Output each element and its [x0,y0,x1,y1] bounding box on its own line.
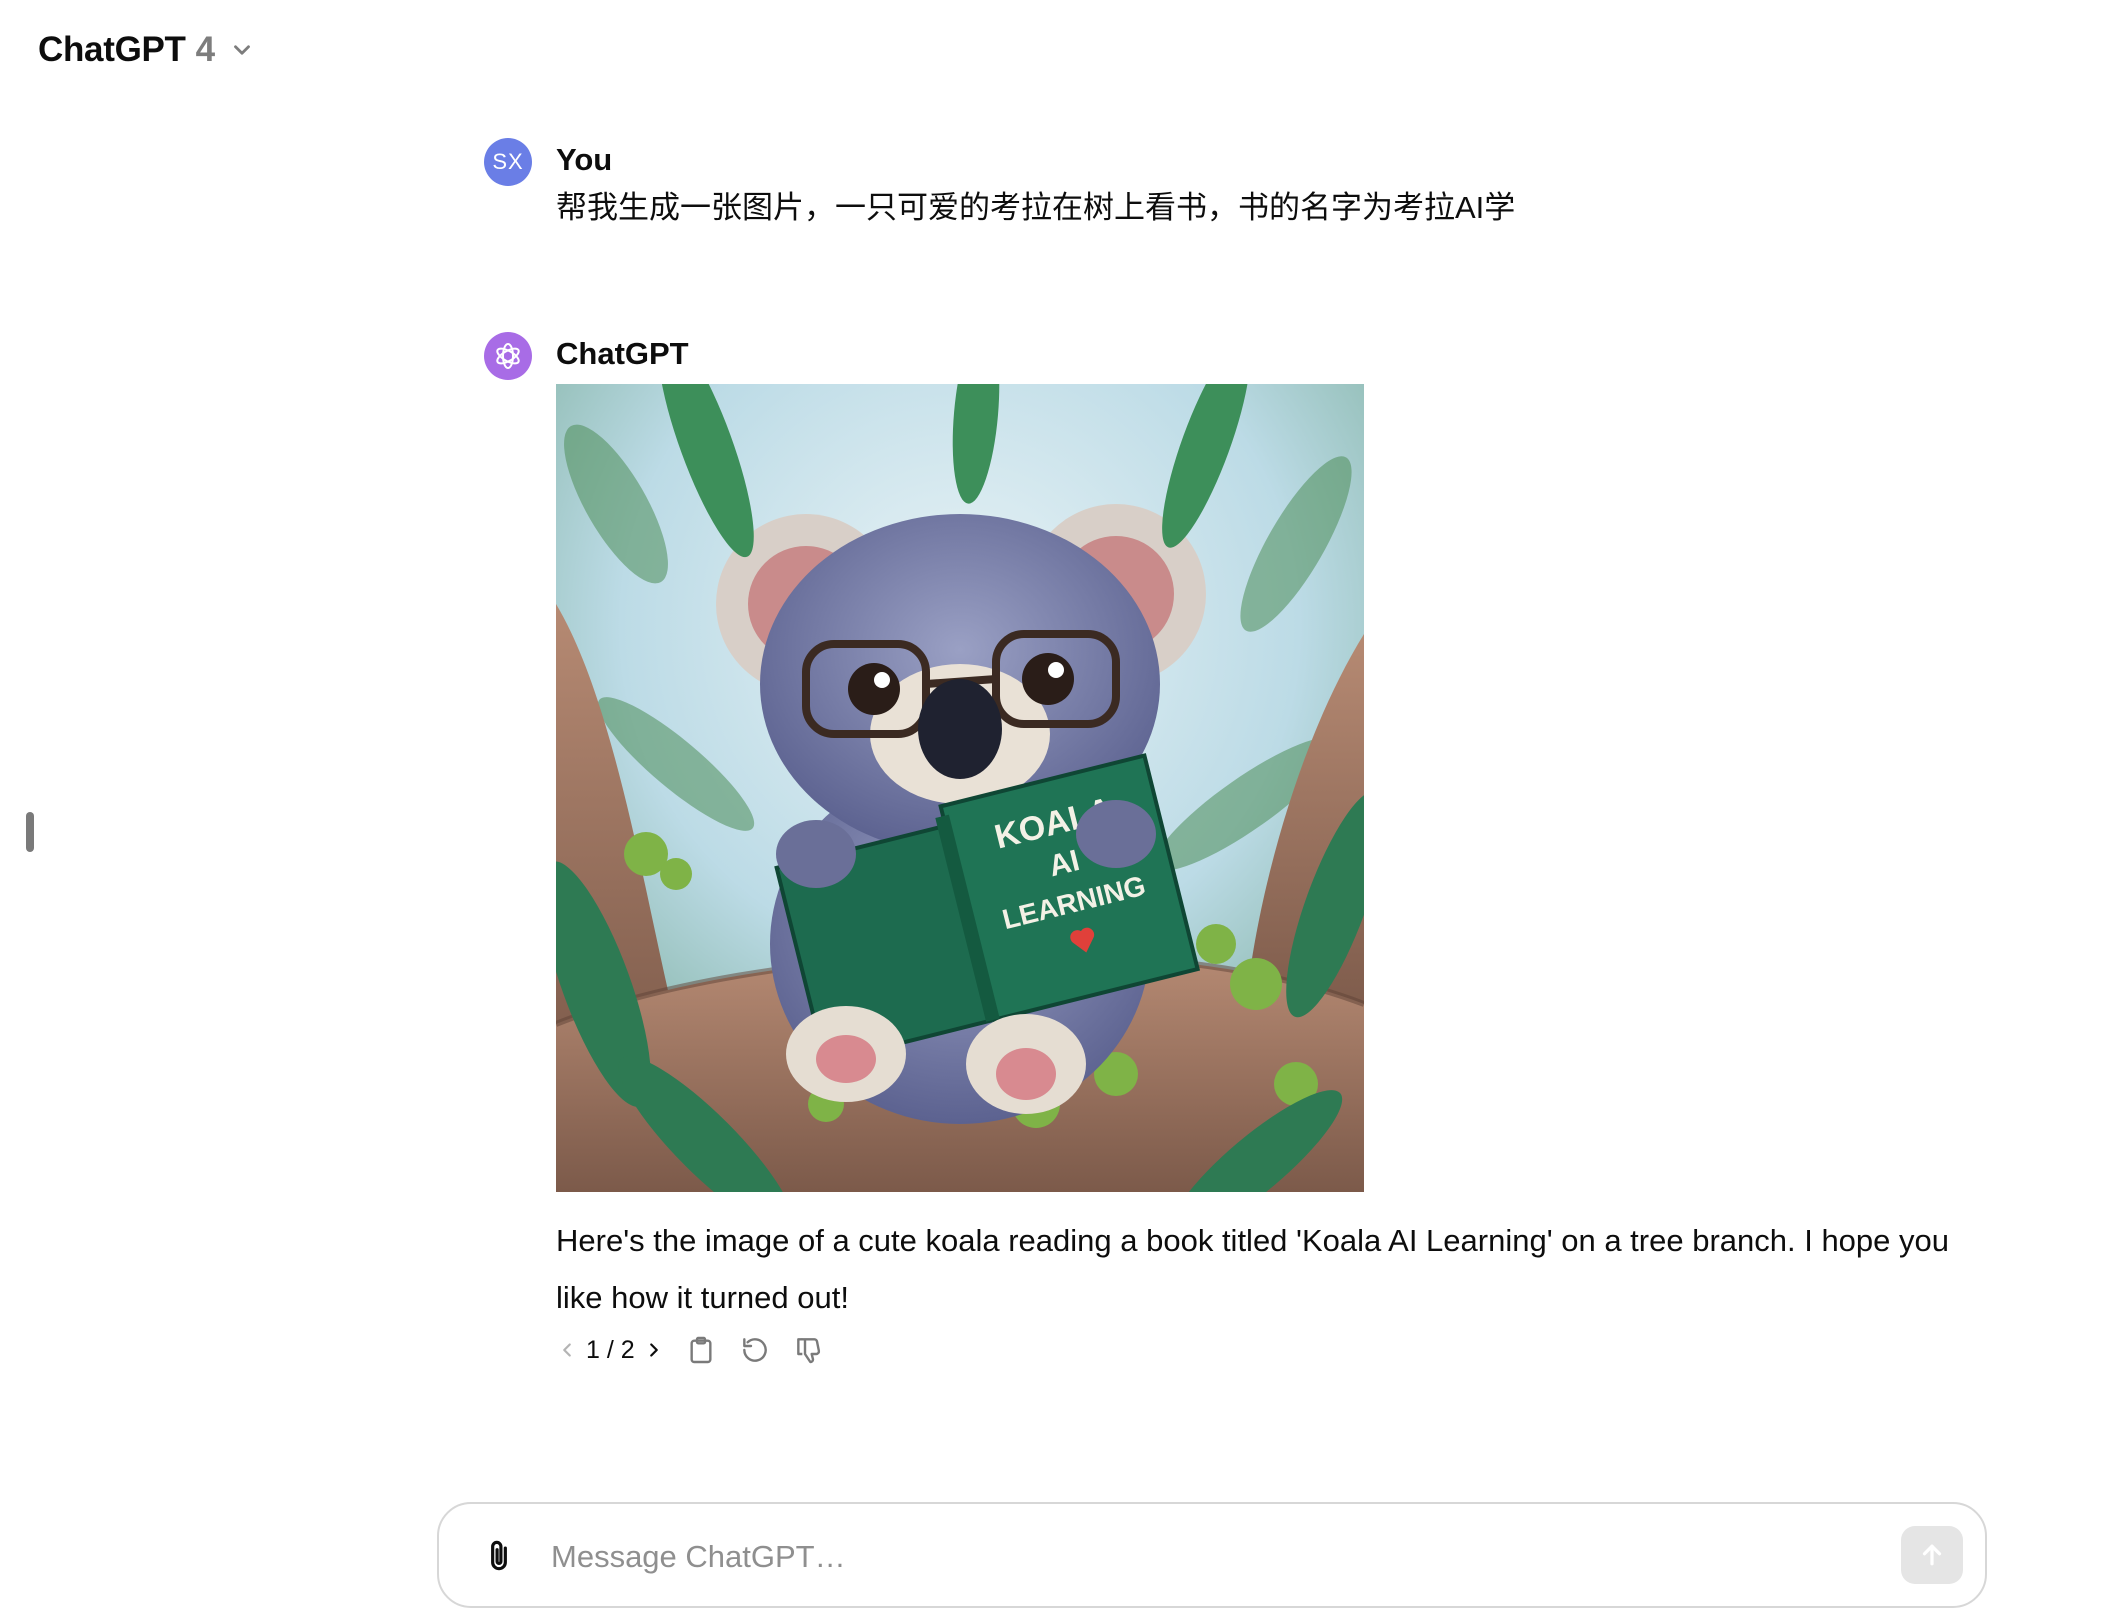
arrow-up-icon [1922,1544,1942,1566]
assistant-message-text: Here's the image of a cute koala reading… [556,1223,1950,1315]
model-name: ChatGPT [38,30,186,69]
assistant-message: ChatGPT KOALA AI LEARNING Here's the ima… [484,332,1964,1392]
chevron-right-icon[interactable] [643,1339,665,1361]
gpt-avatar [484,332,532,380]
model-version: 4 [195,30,216,69]
sidebar-toggle-handle[interactable] [26,812,34,852]
response-pager: 1 / 2 [556,1336,665,1365]
user-message: SX You 帮我生成一张图片，一只可爱的考拉在树上看书，书的名字为考拉AI学 [484,138,1964,238]
user-message-text: 帮我生成一张图片，一只可爱的考拉在树上看书，书的名字为考拉AI学 [556,190,1516,225]
send-button[interactable] [1901,1526,1963,1584]
attach-button[interactable] [477,1534,521,1578]
user-avatar: SX [484,138,532,186]
clipboard-icon [690,1336,712,1364]
openai-logo-icon [496,343,520,369]
generated-image[interactable]: KOALA AI LEARNING [556,384,1364,1192]
user-author-label: You [556,142,613,177]
message-input[interactable] [549,1526,1813,1588]
pager-label: 1 / 2 [586,1335,635,1364]
chevron-down-icon [234,45,251,55]
refresh-icon [742,1338,767,1362]
chevron-left-icon[interactable] [556,1339,578,1361]
model-selector[interactable]: ChatGPT 4 [38,26,255,74]
paperclip-icon [491,1540,507,1571]
dislike-button[interactable] [791,1332,827,1368]
thumbs-down-icon [796,1338,820,1364]
regenerate-button[interactable] [737,1332,773,1368]
koala-illustration: KOALA AI LEARNING [556,384,1364,1192]
assistant-author-label: ChatGPT [556,336,689,371]
message-composer [437,1502,1987,1608]
copy-button[interactable] [683,1332,719,1368]
message-actions: 1 / 2 [556,1332,827,1368]
